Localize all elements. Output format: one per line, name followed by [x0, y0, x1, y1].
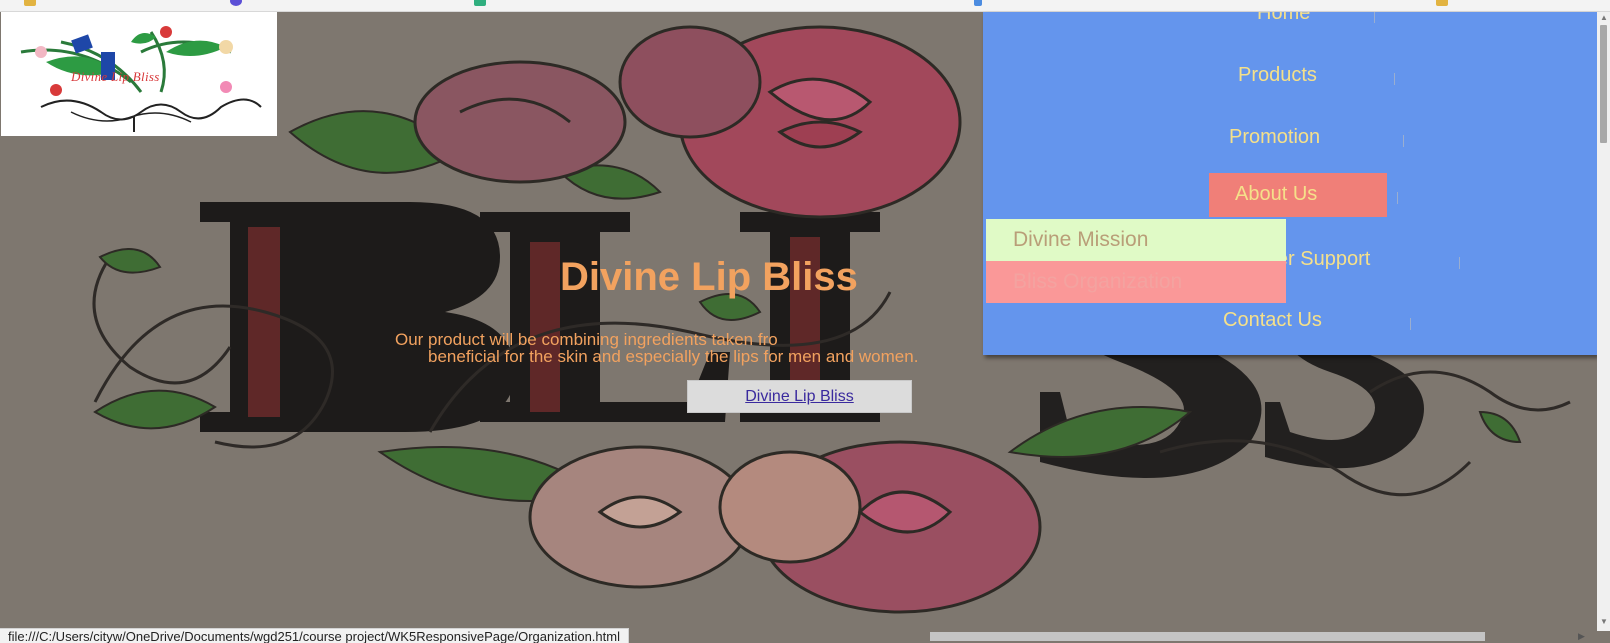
nav-separator [1459, 257, 1460, 269]
bookmark-site-icon[interactable] [974, 0, 982, 6]
nav-separator [1394, 73, 1395, 85]
bookmark-folder-icon[interactable] [1436, 0, 1448, 6]
nav-separator [1410, 318, 1411, 330]
nav-item-label: Promotion [1229, 126, 1321, 148]
dropdown-item-bliss-organization[interactable]: Bliss Organization [986, 261, 1286, 303]
nav-item-promotion[interactable]: Promotion [983, 118, 1597, 158]
bookmarks-bar [0, 0, 1610, 12]
site-logo[interactable]: Divine Lip Bliss [1, 12, 277, 136]
nav-item-about-us[interactable]: About Us [983, 173, 1597, 217]
about-us-dropdown: Divine Mission Bliss Organization [986, 219, 1286, 303]
bookmark-site-icon[interactable] [474, 0, 486, 6]
hero-link-button[interactable]: Divine Lip Bliss [687, 380, 912, 413]
vertical-scrollbar[interactable]: ▲ ▼ [1597, 12, 1610, 631]
dropdown-item-divine-mission[interactable]: Divine Mission [986, 219, 1286, 261]
status-bar-url: file:///C:/Users/cityw/OneDrive/Document… [0, 628, 629, 643]
nav-separator [1403, 135, 1404, 147]
hero-title: Divine Lip Bliss [560, 255, 858, 299]
scroll-up-arrow-icon[interactable]: ▲ [1600, 13, 1608, 22]
nav-item-label: About Us [1235, 183, 1318, 205]
nav-separator [1374, 12, 1375, 23]
nav-item-home[interactable]: Home [983, 12, 1597, 34]
nav-item-products[interactable]: Products [983, 56, 1597, 96]
nav-item-label: Products [1238, 64, 1317, 86]
nav-item-label: Home [1257, 12, 1311, 24]
bookmark-site-icon[interactable] [230, 0, 242, 6]
horizontal-scrollbar-thumb[interactable] [930, 632, 1485, 641]
nav-item-contact-us[interactable]: Contact Us [983, 301, 1597, 341]
bookmark-folder-icon[interactable] [24, 0, 36, 6]
nav-item-label: Contact Us [1223, 309, 1322, 331]
scrollbar-thumb[interactable] [1600, 25, 1607, 143]
nav-separator [1397, 192, 1398, 204]
scroll-right-arrow-icon[interactable]: ▶ [1578, 631, 1585, 642]
scroll-down-arrow-icon[interactable]: ▼ [1600, 617, 1608, 626]
main-nav-menu: Home Products Promotion About Us Custome… [983, 12, 1597, 355]
logo-text: Divine Lip Bliss [71, 69, 160, 84]
